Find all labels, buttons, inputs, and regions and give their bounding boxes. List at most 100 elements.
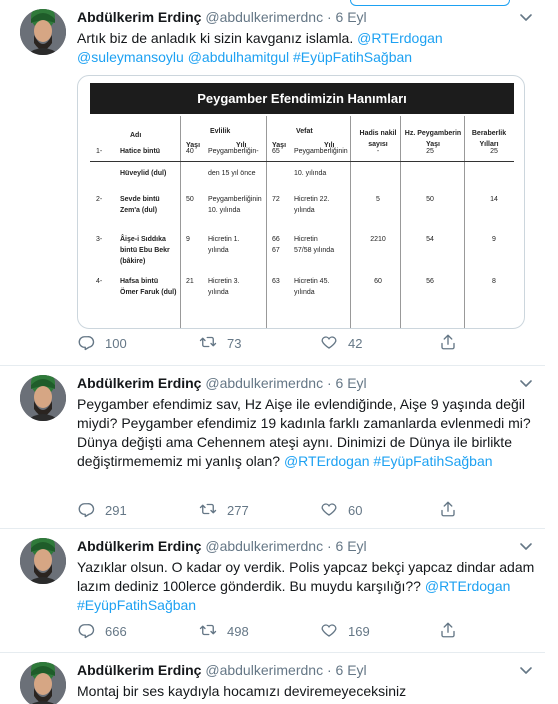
retweet-icon xyxy=(199,621,227,642)
tweet-date[interactable]: 6 Eyl xyxy=(336,662,367,678)
table-cell-ber: 25 xyxy=(490,148,498,155)
tweet-text-part: Montaj bir ses kaydıyla hocamızı devirem… xyxy=(77,683,407,699)
tweet-text: Montaj bir ses kaydıyla hocamızı devirem… xyxy=(77,682,535,701)
author-name[interactable]: Abdülkerim Erdinç xyxy=(77,9,201,25)
tweet-date[interactable]: 6 Eyl xyxy=(336,375,367,391)
avatar[interactable] xyxy=(20,662,66,704)
share-button[interactable] xyxy=(439,621,467,641)
author-handle[interactable]: @abdulkerimerdnc xyxy=(205,538,323,554)
like-count: 42 xyxy=(348,335,363,351)
avatar[interactable] xyxy=(20,9,66,55)
retweet-count: 73 xyxy=(227,335,242,351)
tweet-content: Abdülkerim Erdinç @abdulkerimerdnc · 6 E… xyxy=(77,661,535,701)
retweet-button[interactable]: 277 xyxy=(199,500,249,520)
table-cell-adi: Âişe-i Sıddıka bintü Ebu Bekr (bâkire) xyxy=(120,236,170,265)
tweet-link[interactable]: @RTErdogan xyxy=(357,30,443,46)
heart-icon xyxy=(320,621,348,642)
reply-count: 666 xyxy=(105,623,127,639)
tweet-link[interactable]: @suleymansoylu xyxy=(77,49,184,65)
like-button[interactable]: 42 xyxy=(320,333,362,353)
chevron-down-icon[interactable] xyxy=(519,10,533,24)
chevron-down-icon[interactable] xyxy=(519,663,533,677)
tweet-link[interactable]: #EyüpFatihSağban xyxy=(77,597,196,613)
table-cell-ve_yas: 72 xyxy=(272,196,280,203)
chevron-down-icon[interactable] xyxy=(519,376,533,390)
tweet[interactable]: Abdülkerim Erdinç @abdulkerimerdnc · 6 E… xyxy=(0,0,545,366)
table-cell-hadis: 5 xyxy=(376,196,380,203)
table-cell-adi: Sevde bintü Zem'a (dul) xyxy=(120,196,160,214)
media-image[interactable]: Peygamber Efendimizin Hanımları Adı Evli… xyxy=(77,75,525,329)
tweet-content: Abdülkerim Erdinç @abdulkerimerdnc · 6 E… xyxy=(77,374,535,471)
table-cell-adi: Hatice bintü Hüveylid (dul) xyxy=(120,148,167,177)
table-cell-ev_yas: 9 xyxy=(186,236,190,243)
table-cell-ber: 9 xyxy=(492,236,496,243)
tweet-header: Abdülkerim Erdinç @abdulkerimerdnc · 6 E… xyxy=(77,661,535,680)
tweet-content: Abdülkerim Erdinç @abdulkerimerdnc · 6 E… xyxy=(77,8,535,67)
share-icon xyxy=(439,500,467,521)
tweet-link[interactable]: @RTErdogan xyxy=(284,453,370,469)
author-name[interactable]: Abdülkerim Erdinç xyxy=(77,662,201,678)
retweet-count: 277 xyxy=(227,502,249,518)
author-handle[interactable]: @abdulkerimerdnc xyxy=(205,375,323,391)
tweet-date[interactable]: 6 Eyl xyxy=(336,9,367,25)
tweet[interactable]: Abdülkerim Erdinç @abdulkerimerdnc · 6 E… xyxy=(0,653,545,704)
like-button[interactable]: 60 xyxy=(320,500,362,520)
retweet-button[interactable]: 498 xyxy=(199,621,249,641)
reply-icon xyxy=(77,333,105,354)
table-cell-ev_yas: 40 xyxy=(186,148,194,155)
reply-count: 291 xyxy=(105,502,127,518)
tweet-link[interactable]: @abdulhamitgul xyxy=(188,49,289,65)
tweet-link[interactable]: @RTErdogan xyxy=(425,578,511,594)
retweet-button[interactable]: 73 xyxy=(199,333,241,353)
tweet-link[interactable]: #EyüpFatihSağban xyxy=(293,49,412,65)
share-icon xyxy=(439,333,467,354)
table-cell-ev_yas: 21 xyxy=(186,278,194,285)
tweet[interactable]: Abdülkerim Erdinç @abdulkerimerdnc · 6 E… xyxy=(0,366,545,529)
retweet-count: 498 xyxy=(227,623,249,639)
author-handle[interactable]: @abdulkerimerdnc xyxy=(205,9,323,25)
table-cell-hadis: 60 xyxy=(374,278,382,285)
tweet-date[interactable]: 6 Eyl xyxy=(336,538,367,554)
reply-button[interactable]: 100 xyxy=(77,333,127,353)
avatar[interactable] xyxy=(20,375,66,421)
chevron-down-icon[interactable] xyxy=(519,539,533,553)
table-cell-hz: 25 xyxy=(426,148,434,155)
table-cell-ve_yil: Peygamberliğinin 10. yılında xyxy=(294,148,348,177)
tweet-actions: 100 73 42 xyxy=(77,333,467,353)
table-cell-no: 2- xyxy=(96,196,103,203)
reply-icon xyxy=(77,500,105,521)
share-button[interactable] xyxy=(439,333,467,353)
table-cell-no: 1- xyxy=(96,148,103,155)
header-adi: Adı xyxy=(130,132,142,139)
table-cell-ber: 14 xyxy=(490,196,498,203)
tweet[interactable]: Abdülkerim Erdinç @abdulkerimerdnc · 6 E… xyxy=(0,529,545,653)
tweet-header: Abdülkerim Erdinç @abdulkerimerdnc · 6 E… xyxy=(77,8,535,27)
header-evlilik: Evlilik xyxy=(210,128,231,135)
table-cell-ve_yil: Hicretin 45. yılında xyxy=(294,278,330,296)
reply-button[interactable]: 666 xyxy=(77,621,127,641)
author-name[interactable]: Abdülkerim Erdinç xyxy=(77,375,201,391)
separator: · xyxy=(326,538,332,554)
share-icon xyxy=(439,621,467,642)
tweet-link[interactable]: #EyüpFatihSağban xyxy=(373,453,492,469)
like-count: 169 xyxy=(348,623,370,639)
author-name[interactable]: Abdülkerim Erdinç xyxy=(77,538,201,554)
table-cell-ve_yil: Hicretin 22. yılında xyxy=(294,196,330,214)
tweet-content: Abdülkerim Erdinç @abdulkerimerdnc · 6 E… xyxy=(77,537,535,615)
heart-icon xyxy=(320,333,348,354)
table-cell-hz: 54 xyxy=(426,236,434,243)
tweet-text: Peygamber efendimiz sav, Hz Aişe ile evl… xyxy=(77,395,535,471)
author-handle[interactable]: @abdulkerimerdnc xyxy=(205,662,323,678)
reply-button[interactable]: 291 xyxy=(77,500,127,520)
avatar[interactable] xyxy=(20,538,66,584)
table-cell-ber: 8 xyxy=(492,278,496,285)
table-cell-ve_yil: Hicretin 57/58 yılında xyxy=(294,236,335,254)
like-button[interactable]: 169 xyxy=(320,621,370,641)
share-button[interactable] xyxy=(439,500,467,520)
retweet-icon xyxy=(199,333,227,354)
table-cell-hadis: - xyxy=(376,148,380,155)
table-cell-ve_yas: 65 xyxy=(272,148,280,155)
heart-icon xyxy=(320,500,348,521)
table-cell-hz: 56 xyxy=(426,278,434,285)
table-cell-ve_yas: 63 xyxy=(272,278,280,285)
